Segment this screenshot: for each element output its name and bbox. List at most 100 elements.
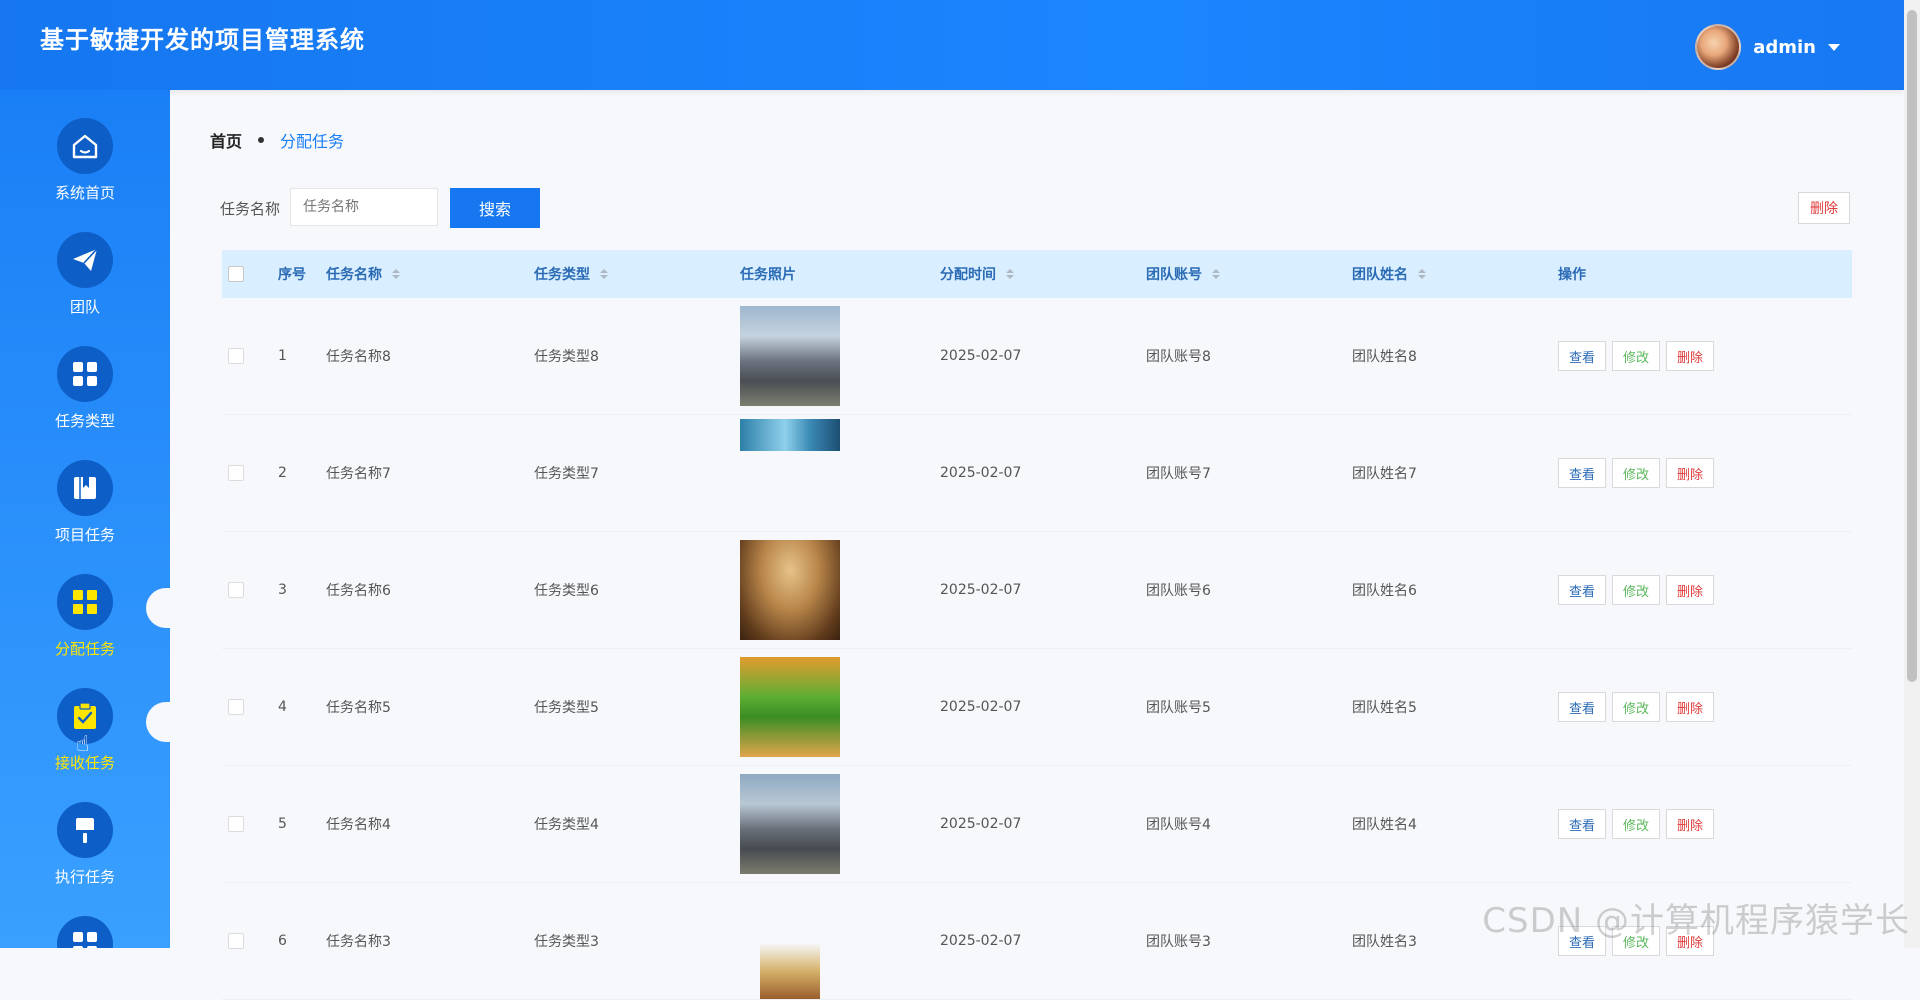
grid-icon — [57, 574, 113, 630]
task-photo[interactable] — [740, 657, 840, 757]
row-time: 2025-02-07 — [940, 348, 1022, 364]
delete-button[interactable]: 删除 — [1666, 458, 1715, 488]
col-account[interactable]: 团队账号 — [1146, 250, 1220, 298]
sidebar-item-label: 系统首页 — [54, 184, 115, 202]
row-no: 5 — [278, 816, 287, 832]
edit-button[interactable]: 修改 — [1612, 458, 1661, 488]
view-button[interactable]: 查看 — [1558, 575, 1607, 605]
home-icon — [57, 118, 113, 174]
row-time: 2025-02-07 — [940, 582, 1022, 598]
row-type: 任务类型6 — [534, 583, 599, 599]
cursor-hand-icon: ☝ — [76, 732, 90, 757]
sidebar-item-team[interactable]: 团队 — [0, 232, 170, 342]
sidebar: 系统首页 团队 任务类型 项目任务 分配任务 接收任务 执行任务 ☝ — [0, 90, 170, 948]
task-table: 序号 任务名称 任务类型 任务照片 分配时间 团队账号 团队姓名 操作 1 任务… — [222, 250, 1852, 1000]
task-photo[interactable] — [740, 774, 840, 874]
edit-button[interactable]: 修改 — [1612, 341, 1661, 371]
row-name: 任务名称5 — [326, 700, 391, 716]
breadcrumb-home[interactable]: 首页 — [210, 128, 242, 152]
select-all-checkbox[interactable] — [228, 266, 244, 282]
sidebar-item-project-task[interactable]: 项目任务 — [0, 460, 170, 570]
row-name: 任务名称3 — [326, 934, 391, 950]
row-checkbox[interactable] — [228, 933, 244, 949]
edit-button[interactable]: 修改 — [1612, 809, 1661, 839]
row-time: 2025-02-07 — [940, 816, 1022, 832]
row-type: 任务类型4 — [534, 817, 599, 833]
sort-icon[interactable] — [1418, 269, 1426, 279]
task-photo[interactable] — [740, 540, 840, 640]
table-row: 1 任务名称8 任务类型8 2025-02-07 团队账号8 团队姓名8 查看 … — [222, 298, 1852, 415]
row-time: 2025-02-07 — [940, 933, 1022, 949]
row-type: 任务类型5 — [534, 700, 599, 716]
sidebar-item-more[interactable] — [0, 916, 170, 948]
sort-icon[interactable] — [600, 269, 608, 279]
row-account: 团队账号7 — [1146, 466, 1211, 482]
sidebar-item-task-type[interactable]: 任务类型 — [0, 346, 170, 456]
user-name[interactable]: admin — [1753, 37, 1816, 58]
delete-button[interactable]: 删除 — [1666, 575, 1715, 605]
view-button[interactable]: 查看 — [1558, 809, 1607, 839]
avatar[interactable] — [1695, 24, 1742, 70]
view-button[interactable]: 查看 — [1558, 458, 1607, 488]
edit-button[interactable]: 修改 — [1612, 575, 1661, 605]
table-row: 5 任务名称4 任务类型4 2025-02-07 团队账号4 团队姓名4 查看 … — [222, 766, 1852, 883]
sort-icon[interactable] — [392, 269, 400, 279]
search-button[interactable]: 搜索 — [450, 188, 540, 228]
row-team: 团队姓名3 — [1352, 934, 1417, 950]
user-menu[interactable]: admin — [1695, 24, 1840, 70]
sidebar-item-label: 分配任务 — [54, 640, 115, 658]
row-account: 团队账号3 — [1146, 934, 1211, 950]
row-checkbox[interactable] — [228, 582, 244, 598]
delete-button[interactable]: 删除 — [1666, 809, 1715, 839]
scrollbar-thumb[interactable] — [1907, 10, 1917, 682]
row-name: 任务名称8 — [326, 349, 391, 365]
row-account: 团队账号8 — [1146, 349, 1211, 365]
row-checkbox[interactable] — [228, 816, 244, 832]
book-icon — [57, 460, 113, 516]
row-checkbox[interactable] — [228, 348, 244, 364]
sidebar-item-label: 项目任务 — [54, 526, 115, 544]
row-team: 团队姓名6 — [1352, 583, 1417, 599]
col-team[interactable]: 团队姓名 — [1352, 250, 1426, 298]
col-name[interactable]: 任务名称 — [326, 250, 400, 298]
breadcrumb-separator — [258, 137, 265, 143]
col-ops: 操作 — [1558, 267, 1586, 283]
view-button[interactable]: 查看 — [1558, 341, 1607, 371]
sidebar-item-execute-task[interactable]: 执行任务 — [0, 802, 170, 912]
row-no: 1 — [278, 348, 287, 364]
sidebar-item-assign-task[interactable]: 分配任务 — [0, 574, 170, 684]
row-no: 4 — [278, 699, 287, 715]
edit-button[interactable]: 修改 — [1612, 692, 1661, 722]
sort-icon[interactable] — [1006, 269, 1014, 279]
row-checkbox[interactable] — [228, 465, 244, 481]
sidebar-item-label: 执行任务 — [54, 868, 115, 886]
grid-icon — [57, 916, 113, 948]
task-photo[interactable] — [760, 943, 820, 999]
view-button[interactable]: 查看 — [1558, 692, 1607, 722]
col-type[interactable]: 任务类型 — [534, 250, 608, 298]
col-time[interactable]: 分配时间 — [940, 250, 1014, 298]
sidebar-item-label: 团队 — [69, 298, 100, 316]
col-account-label: 团队账号 — [1146, 267, 1202, 283]
task-photo[interactable] — [740, 306, 840, 406]
delete-button[interactable]: 删除 — [1666, 341, 1715, 371]
grid-icon — [57, 346, 113, 402]
page-scrollbar[interactable] — [1904, 0, 1920, 948]
search-input[interactable] — [290, 188, 438, 226]
col-type-label: 任务类型 — [534, 267, 590, 283]
search-label: 任务名称 — [220, 200, 281, 218]
top-header: 基于敏捷开发的项目管理系统 admin — [0, 0, 1904, 90]
row-team: 团队姓名5 — [1352, 700, 1417, 716]
row-name: 任务名称4 — [326, 817, 391, 833]
row-type: 任务类型8 — [534, 349, 599, 365]
row-checkbox[interactable] — [228, 699, 244, 715]
table-header: 序号 任务名称 任务类型 任务照片 分配时间 团队账号 团队姓名 操作 — [222, 250, 1852, 298]
delete-button[interactable]: 删除 — [1666, 692, 1715, 722]
task-photo[interactable] — [740, 419, 840, 451]
sort-icon[interactable] — [1212, 269, 1220, 279]
sidebar-item-home[interactable]: 系统首页 — [0, 118, 170, 228]
watermark: CSDN @计算机程序猿学长 — [1482, 901, 1910, 941]
chevron-down-icon[interactable] — [1828, 43, 1840, 51]
row-account: 团队账号5 — [1146, 700, 1211, 716]
batch-delete-button[interactable]: 删除 — [1798, 192, 1850, 224]
